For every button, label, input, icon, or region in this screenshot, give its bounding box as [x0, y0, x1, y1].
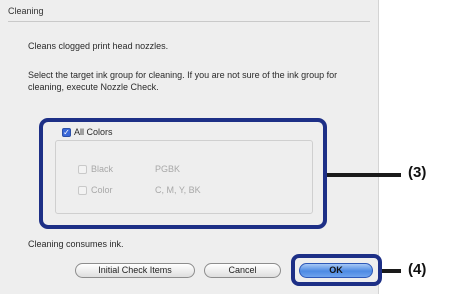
ok-button[interactable]: OK — [299, 263, 373, 278]
callout-3-leader-line — [327, 173, 401, 177]
callout-4-leader-line — [382, 269, 401, 273]
title-divider — [8, 21, 370, 22]
callout-3-label: (3) — [408, 164, 427, 181]
cancel-button[interactable]: Cancel — [204, 263, 281, 278]
dialog-title: Cleaning — [8, 6, 44, 16]
ink-group-callout-frame — [39, 118, 327, 229]
instruction-text: Select the target ink group for cleaning… — [28, 70, 338, 92]
consumes-ink-note: Cleaning consumes ink. — [28, 239, 124, 249]
description-text: Cleans clogged print head nozzles. — [28, 41, 169, 51]
initial-check-items-button[interactable]: Initial Check Items — [75, 263, 195, 278]
callout-4-label: (4) — [408, 261, 427, 278]
